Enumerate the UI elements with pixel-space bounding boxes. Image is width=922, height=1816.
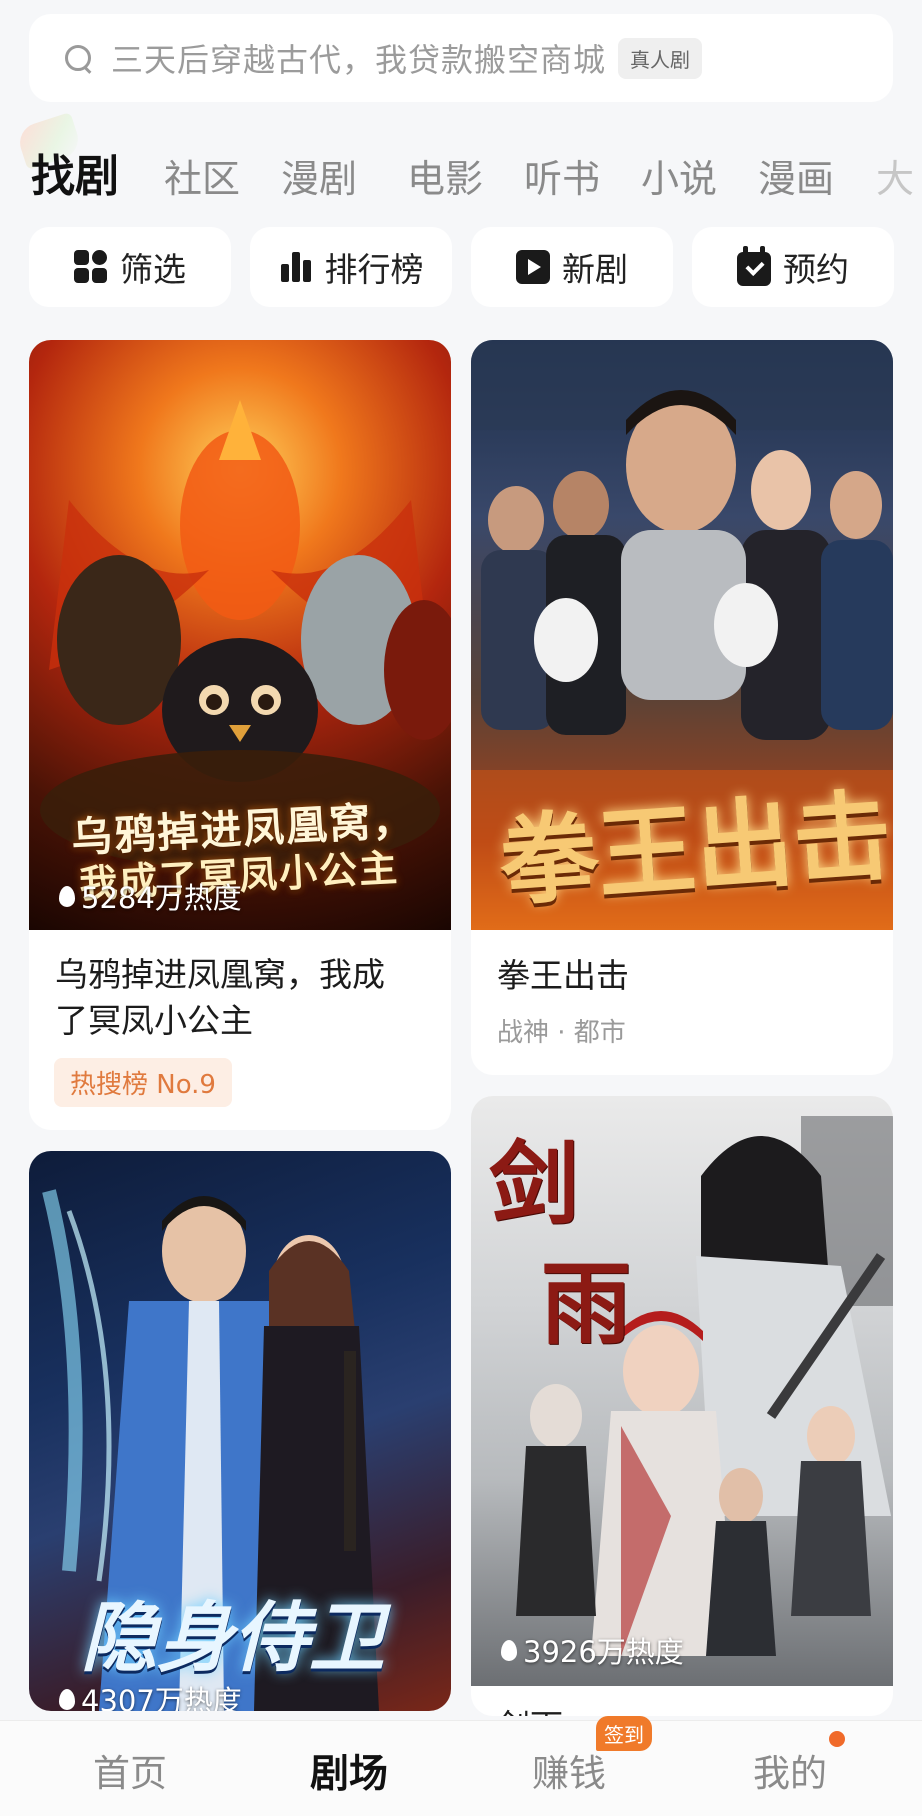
poster-title-char2: 雨 <box>541 1251 633 1357</box>
bar-chart-icon <box>279 250 313 284</box>
notification-dot <box>829 1731 845 1747</box>
heat-value: 5284万热度 <box>81 881 242 915</box>
heat-indicator: 4307万热度 <box>59 1678 242 1711</box>
search-icon <box>63 43 93 73</box>
new-drama-label: 新剧 <box>562 250 628 289</box>
search-placeholder: 三天后穿越古代，我贷款搬空商城 <box>111 41 607 79</box>
tab-comics[interactable]: 漫画 <box>758 148 834 200</box>
new-drama-button[interactable]: 新剧 <box>471 227 673 307</box>
heat-value: 3926万热度 <box>523 1635 684 1669</box>
drama-poster[interactable]: 拳王出击 <box>471 340 893 930</box>
flame-icon <box>501 1639 517 1661</box>
reservation-label: 预约 <box>783 250 849 289</box>
heat-indicator: 3926万热度 <box>501 1629 684 1671</box>
card-genres: 战神 · 都市 <box>497 1018 626 1048</box>
filter-button[interactable]: 筛选 <box>29 227 231 307</box>
tab-novel[interactable]: 小说 <box>641 148 717 200</box>
tab-movie[interactable]: 电影 <box>407 148 483 200</box>
tab-community[interactable]: 社区 <box>164 148 240 200</box>
play-icon <box>516 250 550 284</box>
heat-value: 4307万热度 <box>81 1684 242 1711</box>
hot-search-rank-badge: 热搜榜 No.9 <box>54 1058 232 1107</box>
grid-icon <box>74 250 108 284</box>
drama-card-sword-rain[interactable]: 剑 雨 3926万热度 剑雨 <box>471 1096 893 1716</box>
nav-me[interactable]: 我的 <box>753 1743 827 1797</box>
calendar-check-icon <box>737 246 771 286</box>
tab-find-drama[interactable]: 找剧 <box>31 140 119 200</box>
drama-poster[interactable]: 剑 雨 3926万热度 <box>471 1096 893 1686</box>
poster-title: 拳王出击 <box>496 778 893 921</box>
poster-title: 隐身侍卫 <box>81 1593 385 1682</box>
ranking-button[interactable]: 排行榜 <box>250 227 452 307</box>
drama-card-invisible-guard[interactable]: 隐身侍卫 4307万热度 <box>29 1151 451 1711</box>
flame-icon <box>59 1688 75 1710</box>
nav-theater[interactable]: 剧场 <box>310 1743 388 1799</box>
drama-card-phoenix[interactable]: 乌鸦掉进凤凰窝， 我成了冥凤小公主 5284万热度 乌鸦掉进凤凰窝，我成 了冥凤… <box>29 340 451 1130</box>
card-title: 拳王出击 <box>497 956 629 995</box>
drama-card-boxing-king[interactable]: 拳王出击 拳王出击 战神 · 都市 <box>471 340 893 1075</box>
card-title-line2: 了冥凤小公主 <box>55 1001 253 1040</box>
check-in-badge: 签到 <box>596 1716 652 1751</box>
tab-audiobook[interactable]: 听书 <box>524 148 600 200</box>
theater-page: 三天后穿越古代，我贷款搬空商城 真人剧 找剧 社区 漫剧 电影 听书 小说 漫画… <box>0 0 922 1816</box>
card-title-line1: 乌鸦掉进凤凰窝，我成 <box>55 955 385 994</box>
poster-title-char1: 剑 <box>489 1131 581 1237</box>
nav-home[interactable]: 首页 <box>93 1743 167 1797</box>
bottom-navigation: 首页 剧场 赚钱 签到 我的 <box>0 1716 922 1816</box>
heat-indicator: 5284万热度 <box>59 875 242 917</box>
reservation-button[interactable]: 预约 <box>692 227 894 307</box>
ranking-label: 排行榜 <box>324 250 424 289</box>
tab-comic-drama[interactable]: 漫剧 <box>281 148 357 200</box>
flame-icon <box>59 885 75 907</box>
card-title-partial: 剑雨 <box>497 1704 563 1716</box>
drama-poster[interactable]: 乌鸦掉进凤凰窝， 我成了冥凤小公主 5284万热度 <box>29 340 451 930</box>
search-tag: 真人剧 <box>618 37 703 79</box>
filter-label: 筛选 <box>120 250 186 289</box>
nav-earn[interactable]: 赚钱 <box>532 1743 606 1797</box>
category-tabs: 找剧 社区 漫剧 电影 听书 小说 漫画 大 <box>31 140 922 200</box>
tab-truncated[interactable]: 大 <box>876 148 914 200</box>
drama-poster[interactable]: 隐身侍卫 4307万热度 <box>29 1151 451 1711</box>
search-bar[interactable]: 三天后穿越古代，我贷款搬空商城 真人剧 <box>29 14 893 102</box>
